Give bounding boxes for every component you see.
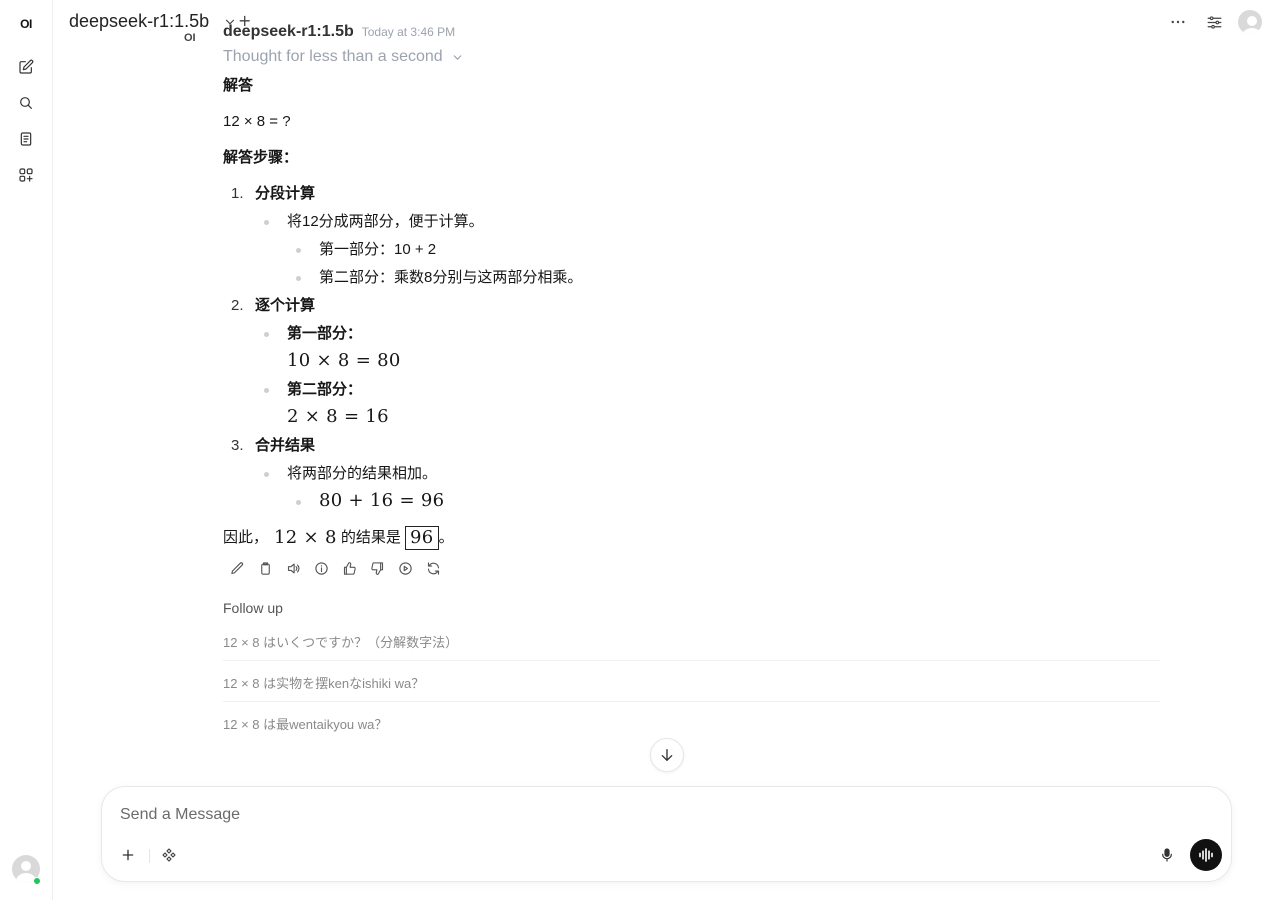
- attach-button[interactable]: [116, 843, 140, 867]
- message-composer: [101, 786, 1232, 882]
- profile-button[interactable]: [1237, 9, 1263, 35]
- follow-up-title: Follow up: [223, 600, 283, 616]
- search-icon: [20, 97, 32, 109]
- thumbs-down-icon: [370, 561, 383, 575]
- follow-up-item[interactable]: 12 × 8 はいくつですか？（分解数字法）: [223, 632, 1160, 651]
- message-actions: [227, 558, 443, 578]
- info-button[interactable]: [311, 558, 331, 578]
- bullet: [264, 472, 269, 477]
- step-1-sub-1: 第一部分：10 + 2: [319, 241, 437, 258]
- step-2-part-1-math: 10 × 8 = 80: [287, 350, 401, 371]
- conclusion-answer: 96: [405, 526, 439, 550]
- step-1-bullet: 将12分成两部分，便于计算。: [287, 213, 484, 230]
- thumbs-up-icon: [343, 561, 356, 575]
- info-icon: [314, 561, 328, 575]
- play-icon: [398, 561, 412, 575]
- tools-button[interactable]: [157, 843, 181, 867]
- step-3-number: 3.: [231, 437, 244, 454]
- conclusion-prefix: 因此，: [223, 529, 269, 546]
- audio-waveform-icon: [1199, 848, 1213, 862]
- more-options-button[interactable]: [1166, 9, 1190, 35]
- microphone-icon: [1162, 848, 1172, 862]
- plus-icon: [122, 849, 134, 861]
- divider: [223, 660, 1160, 661]
- regenerate-icon: [427, 561, 439, 575]
- integrations-icon: [162, 848, 176, 862]
- copy-button[interactable]: [255, 558, 275, 578]
- step-3-title: 合并结果: [255, 437, 316, 454]
- scroll-to-bottom-button[interactable]: [650, 738, 684, 772]
- good-response-button[interactable]: [339, 558, 359, 578]
- copy-icon: [260, 561, 270, 575]
- app-logo: OI: [20, 17, 32, 31]
- search-button[interactable]: [12, 89, 40, 117]
- step-1-title: 分段计算: [255, 185, 316, 202]
- speaker-icon: [287, 563, 299, 573]
- conclusion-math: 12 × 8: [274, 527, 337, 548]
- bullet: [264, 388, 269, 393]
- step-1-number: 1.: [231, 185, 244, 202]
- model-selector[interactable]: deepseek-r1:1.5b: [69, 11, 237, 32]
- workspace-button[interactable]: [12, 161, 40, 189]
- step-2-part-2-label: 第二部分：: [287, 381, 363, 398]
- assistant-logo: OI: [184, 32, 196, 44]
- arrow-down-icon: [661, 749, 673, 761]
- step-2-part-2-math: 2 × 8 = 16: [287, 406, 389, 427]
- steps-title: 解答步骤：: [223, 149, 299, 166]
- sliders-icon: [1207, 15, 1221, 29]
- profile-avatar: [1238, 10, 1262, 34]
- conclusion-suffix: 。: [438, 529, 454, 546]
- step-1-sub-2: 第二部分：乘数8分别与这两部分相乘。: [319, 269, 583, 286]
- message-input[interactable]: [120, 803, 1210, 827]
- step-3-sub-math: 80 + 16 = 96: [319, 490, 445, 511]
- pencil-square-icon: [19, 59, 34, 74]
- conclusion: 因此， 12 × 8 的结果是 96 。: [223, 526, 454, 550]
- ellipsis-icon: [1171, 20, 1185, 24]
- grid-plus-icon: [19, 168, 33, 182]
- sidebar: OI: [0, 0, 53, 900]
- notes-icon: [20, 132, 32, 146]
- bullet: [296, 276, 301, 281]
- thought-label: Thought for less than a second: [223, 48, 443, 65]
- voice-mode-button[interactable]: [1190, 839, 1222, 871]
- follow-up-item[interactable]: 12 × 8 は实物を摆kenなishiki wa？: [223, 673, 1160, 692]
- divider: [223, 701, 1160, 702]
- bullet: [264, 220, 269, 225]
- app-logo-button[interactable]: OI: [12, 10, 40, 38]
- chat-controls-button[interactable]: [1202, 9, 1226, 35]
- thought-toggle[interactable]: Thought for less than a second: [223, 48, 464, 66]
- step-3-bullet: 将两部分的结果相加。: [287, 465, 438, 482]
- conclusion-mid: 的结果是: [336, 529, 406, 546]
- edit-icon: [230, 561, 243, 574]
- step-2-part-1-label: 第一部分：: [287, 325, 363, 342]
- new-chat-button[interactable]: [12, 53, 40, 81]
- message-model-name: deepseek-r1:1.5b: [223, 23, 354, 40]
- question-text: 12 × 8 = ?: [223, 113, 291, 130]
- edit-button[interactable]: [227, 558, 247, 578]
- step-2-title: 逐个计算: [255, 297, 316, 314]
- message-timestamp: Today at 3:46 PM: [361, 25, 456, 39]
- online-status-dot: [33, 877, 41, 885]
- bullet: [264, 332, 269, 337]
- follow-up-item[interactable]: 12 × 8 は最wentaikyou wa？: [223, 714, 1160, 733]
- model-selector-label: deepseek-r1:1.5b: [69, 11, 210, 31]
- bullet: [296, 248, 301, 253]
- divider: [149, 849, 150, 863]
- regenerate-button[interactable]: [423, 558, 443, 578]
- read-aloud-button[interactable]: [283, 558, 303, 578]
- bullet: [296, 500, 301, 505]
- step-2-number: 2.: [231, 297, 244, 314]
- answer-heading: 解答: [223, 77, 254, 94]
- message-header: deepseek-r1:1.5b Today at 3:46 PM: [223, 23, 455, 41]
- chevron-down-icon: [453, 54, 462, 60]
- continue-button[interactable]: [395, 558, 415, 578]
- bad-response-button[interactable]: [367, 558, 387, 578]
- notes-button[interactable]: [12, 125, 40, 153]
- dictate-button[interactable]: [1155, 843, 1179, 867]
